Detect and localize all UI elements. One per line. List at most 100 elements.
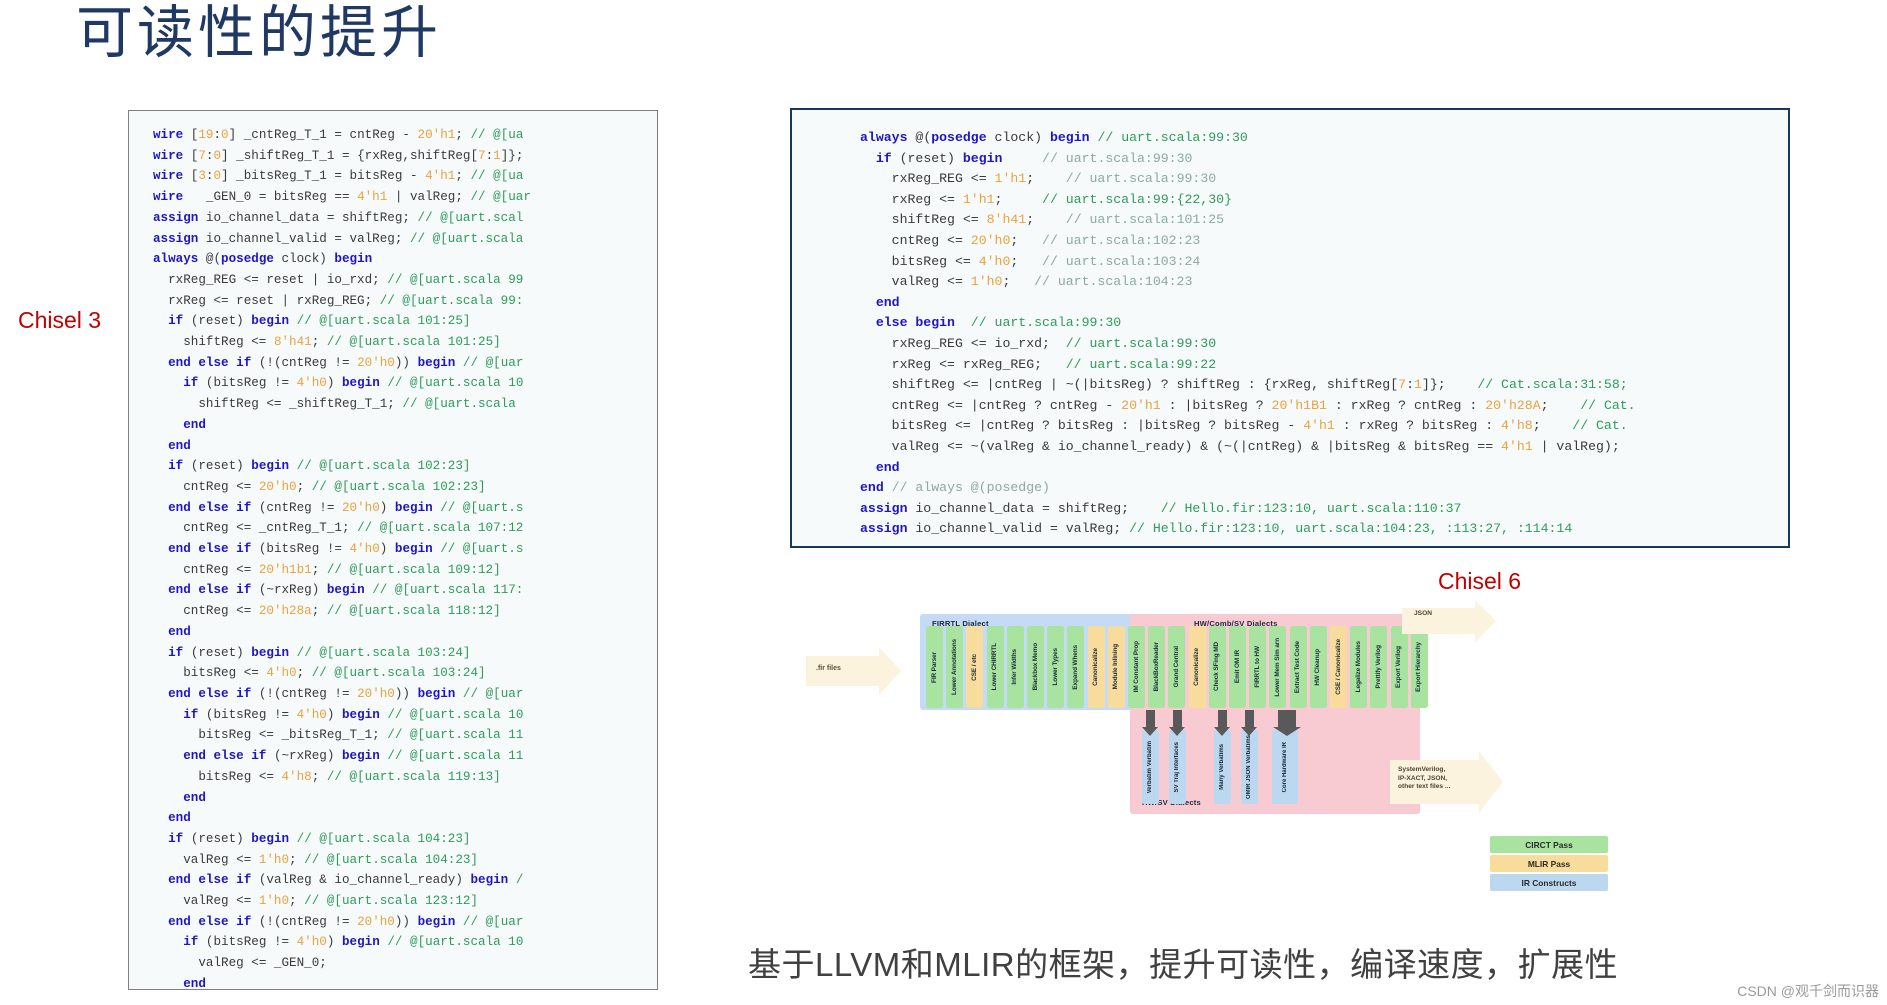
code-line: bitsReg <= _bitsReg_T_1; // @[uart.scala…: [198, 728, 524, 743]
code-line: assign io_channel_data = shiftReg; // He…: [860, 500, 1462, 516]
pipeline-pass-label: HW Cleanup: [1314, 648, 1322, 686]
code-line: cntReg <= 20'h1b1; // @[uart.scala 109:1…: [183, 562, 501, 577]
code-line: if (bitsReg != 4'h0) begin // @[uart.sca…: [183, 935, 524, 950]
code-line: cntReg <= |cntReg ? cntReg - 20'h1 : |bi…: [891, 397, 1636, 413]
code-line: wire [3:0] _bitsReg_T_1 = bitsReg - 4'h1…: [153, 169, 524, 184]
pipeline-pass: Prettify Verilog: [1370, 626, 1388, 708]
pipeline-pass-label: CSE / etc: [970, 653, 978, 681]
diagram-legend: CIRCT Pass MLIR Pass IR Constructs: [1490, 836, 1608, 893]
code-line: end else if (~rxReg) begin // @[uart.sca…: [168, 583, 524, 598]
ir-construct-box: Verbatim Verbatim: [1142, 730, 1159, 804]
pipeline-pass: Module Inlining: [1107, 626, 1125, 708]
pipeline-pass-label: Grand Central: [1172, 646, 1180, 688]
pipeline-pass-label: Canonicalize: [1193, 648, 1201, 686]
code-line: if (reset) begin // @[uart.scala 103:24]: [168, 645, 471, 660]
code-line: end: [183, 976, 206, 990]
pipeline-pass: Emit OM IR: [1229, 626, 1246, 708]
code-line: else begin // uart.scala:99:30: [875, 315, 1122, 331]
code-line: valReg <= _GEN_0;: [198, 956, 327, 971]
code-line: if (reset) begin // @[uart.scala 104:23]: [168, 831, 471, 846]
pipeline-pass-label: FIRRTL to HW: [1253, 646, 1261, 688]
pipeline-pass-label: Extract Test Code: [1294, 640, 1302, 694]
pipeline-pass: Lower CHIRRTL: [986, 626, 1004, 708]
pipeline-pass: Lower Mem Sim arn: [1269, 626, 1287, 708]
pipeline-pass-label: FIR Parser: [930, 651, 938, 683]
pipeline-pass-label: Check SFing MD: [1213, 642, 1221, 692]
pipeline-pass-label: Lower Annotations: [950, 639, 958, 695]
code-line: end else if (bitsReg != 4'h0) begin // @…: [168, 542, 524, 557]
code-line: end: [168, 438, 191, 453]
sv-output-line: IP-XACT, JSON,: [1398, 774, 1448, 782]
pipeline-pass: Canonicalize: [1188, 626, 1206, 708]
pipeline-pass-label: Emit OM IR: [1233, 650, 1241, 684]
pipeline-pass-label: BlackBoxReader: [1152, 642, 1160, 692]
code-line: shiftReg <= _shiftReg_T_1; // @[uart.sca…: [198, 397, 516, 412]
code-line: valReg <= 1'h0; // @[uart.scala 123:12]: [183, 894, 478, 909]
pass-to-ir-arrow: [1214, 710, 1230, 736]
code-line: cntReg <= 20'h28a; // @[uart.scala 118:1…: [183, 604, 501, 619]
code-line: wire [7:0] _shiftReg_T_1 = {rxReg,shiftR…: [153, 148, 524, 163]
pipeline-pass: Infer Widths: [1006, 626, 1024, 708]
pipeline-pass-label: Expand Whens: [1071, 644, 1079, 690]
code-line: rxReg <= reset | rxReg_REG; // @[uart.sc…: [168, 293, 524, 308]
sv-output-line: other text files ...: [1398, 783, 1451, 791]
code-line: if (bitsReg != 4'h0) begin // @[uart.sca…: [183, 376, 524, 391]
pipeline-pass: Blackbox Memo: [1027, 626, 1044, 708]
code-line: bitsReg <= 4'h0; // uart.scala:103:24: [891, 253, 1201, 269]
pipeline-pass: FIR Parser: [926, 626, 943, 708]
fir-files-label: .fir files: [816, 665, 841, 672]
code-line: rxReg_REG <= io_rxd; // uart.scala:99:30: [891, 335, 1217, 351]
code-line: assign io_channel_valid = valReg; // Hel…: [860, 521, 1573, 537]
code-line: bitsReg <= |cntReg ? bitsReg : |bitsReg …: [891, 418, 1628, 434]
pipeline-pass-label: Canonicalize: [1092, 648, 1100, 686]
pipeline-pass: CSE / etc: [966, 626, 984, 708]
sv-output-line: SystemVerilog,: [1398, 766, 1446, 773]
legend-row: MLIR Pass: [1490, 855, 1608, 872]
chisel6-label: Chisel 6: [1438, 568, 1522, 594]
code-line: cntReg <= _cntReg_T_1; // @[uart.scala 1…: [183, 521, 524, 536]
code-line: if (reset) begin // @[uart.scala 102:23]: [168, 459, 471, 474]
slide-caption: 基于LLVM和MLIR的框架，提升可读性，编译速度，扩展性: [748, 946, 1619, 983]
code-line: rxReg_REG <= reset | io_rxd; // @[uart.s…: [168, 272, 524, 287]
chisel3-code-block: wire [19:0] _cntReg_T_1 = cntReg - 20'h1…: [128, 110, 658, 990]
pipeline-pass: FIRRTL to HW: [1249, 626, 1267, 708]
chisel6-code-block: always @(posedge clock) begin // uart.sc…: [790, 108, 1790, 548]
json-output-label: JSON: [1414, 610, 1432, 617]
ir-construct-label: SV Traj Interfaces: [1174, 741, 1180, 793]
pass-to-ir-arrow: [1142, 710, 1158, 736]
code-line: valReg <= ~(valReg & io_channel_ready) &…: [891, 438, 1620, 454]
code-line: end: [875, 459, 900, 475]
code-line: valReg <= 1'h0; // uart.scala:104:23: [891, 274, 1193, 290]
ir-construct-box: OMIR JSON Verbatims: [1241, 730, 1258, 804]
pipeline-pass: Lower Types: [1047, 626, 1065, 708]
pipeline-pass: Export Verilog: [1390, 626, 1408, 708]
code-line: end: [183, 790, 206, 805]
ir-construct-label: Verbatim Verbatim: [1147, 740, 1153, 794]
code-line: bitsReg <= 4'h8; // @[uart.scala 119:13]: [198, 769, 501, 784]
pipeline-pass: Check SFing MD: [1208, 626, 1226, 708]
pipeline-pass-label: Lower Types: [1051, 648, 1059, 686]
code-line: valReg <= 1'h0; // @[uart.scala 104:23]: [183, 852, 478, 867]
code-line: end else if (!(cntReg != 20'h0)) begin /…: [168, 914, 524, 929]
code-line: end // always @(posedge): [860, 480, 1050, 496]
code-line: shiftReg <= |cntReg | ~(|bitsReg) ? shif…: [891, 377, 1628, 393]
code-line: wire _GEN_0 = bitsReg == 4'h1 | valReg; …: [153, 190, 531, 205]
circt-pipeline-diagram: FIRRTL Dialect HW/Comb/SV Dialects HW/SV…: [790, 600, 1608, 910]
code-line: rxReg_REG <= 1'h1; // uart.scala:99:30: [891, 171, 1217, 187]
code-line: if (bitsReg != 4'h0) begin // @[uart.sca…: [183, 707, 524, 722]
ir-construct-label: Many Verbatims: [1219, 744, 1225, 790]
code-line: end else if (cntReg != 20'h0) begin // @…: [168, 500, 524, 515]
code-line: end: [168, 624, 191, 639]
pipeline-pass-label: CSE / Canonicalize: [1334, 639, 1342, 695]
code-line: bitsReg <= 4'h0; // @[uart.scala 103:24]: [183, 666, 486, 681]
pipeline-pass: IM Constant Prop: [1128, 626, 1145, 708]
ir-construct-box: Core Hardware IR: [1272, 730, 1298, 804]
code-line: always @(posedge clock) begin // uart.sc…: [860, 130, 1248, 145]
pipeline-pass: Expand Whens: [1067, 626, 1085, 708]
code-line: if (reset) begin // @[uart.scala 101:25]: [168, 314, 471, 329]
code-line: end: [875, 294, 900, 310]
fir-files-input-arrow: .fir files: [806, 647, 901, 695]
code-line: end: [168, 811, 191, 826]
slide-root: 可读性的提升 Chisel 3 Chisel 6 wire [19:0] _cn…: [0, 0, 1887, 1005]
code-line: end else if (~rxReg) begin // @[uart.sca…: [183, 749, 524, 764]
